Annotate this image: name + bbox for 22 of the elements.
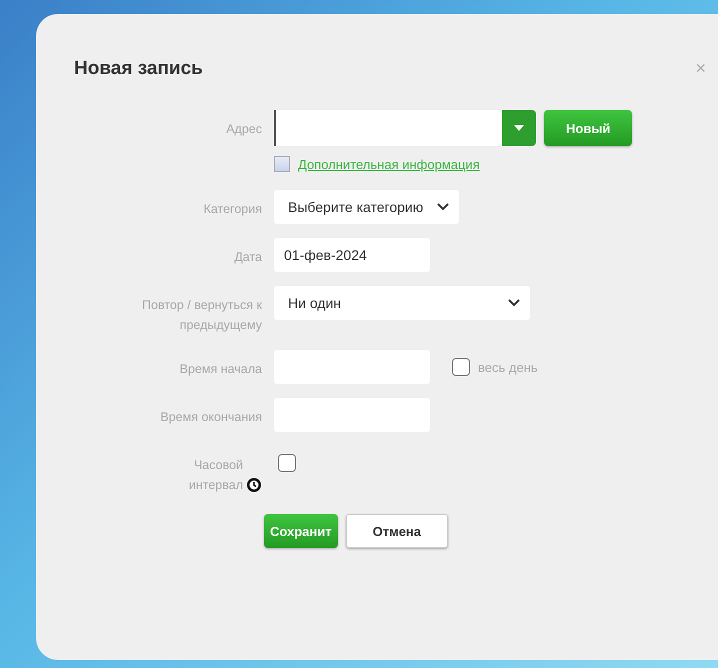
field-label: Повтор / вернуться к предыдущему xyxy=(141,297,262,334)
checkbox[interactable] xyxy=(452,358,470,376)
checkbox-label: весь день xyxy=(478,360,538,374)
field-label: Время начала xyxy=(180,362,262,376)
field-label: Время окончания xyxy=(160,410,262,424)
select-field[interactable]: Ни один xyxy=(274,286,530,320)
date-field[interactable]: 01-фев-2024 xyxy=(274,238,430,272)
checkbox[interactable] xyxy=(274,156,290,172)
field-label: Адрес xyxy=(226,122,262,136)
clock-icon xyxy=(246,477,262,493)
checkbox[interactable] xyxy=(278,454,296,472)
field-label: Категория xyxy=(204,202,262,216)
chevron-icon xyxy=(508,299,520,307)
address-field[interactable] xyxy=(274,110,502,146)
field-label: Часовой интервал xyxy=(188,457,243,494)
cancel-button[interactable]: Отмена xyxy=(346,514,448,548)
dialog-title: Новая запись xyxy=(74,58,203,80)
chevron-icon xyxy=(437,203,450,211)
dropdown-button[interactable] xyxy=(502,110,536,146)
field-label: Дата xyxy=(234,250,262,264)
select-field[interactable]: Выберите категорию xyxy=(274,190,460,224)
caret-icon xyxy=(514,125,524,131)
